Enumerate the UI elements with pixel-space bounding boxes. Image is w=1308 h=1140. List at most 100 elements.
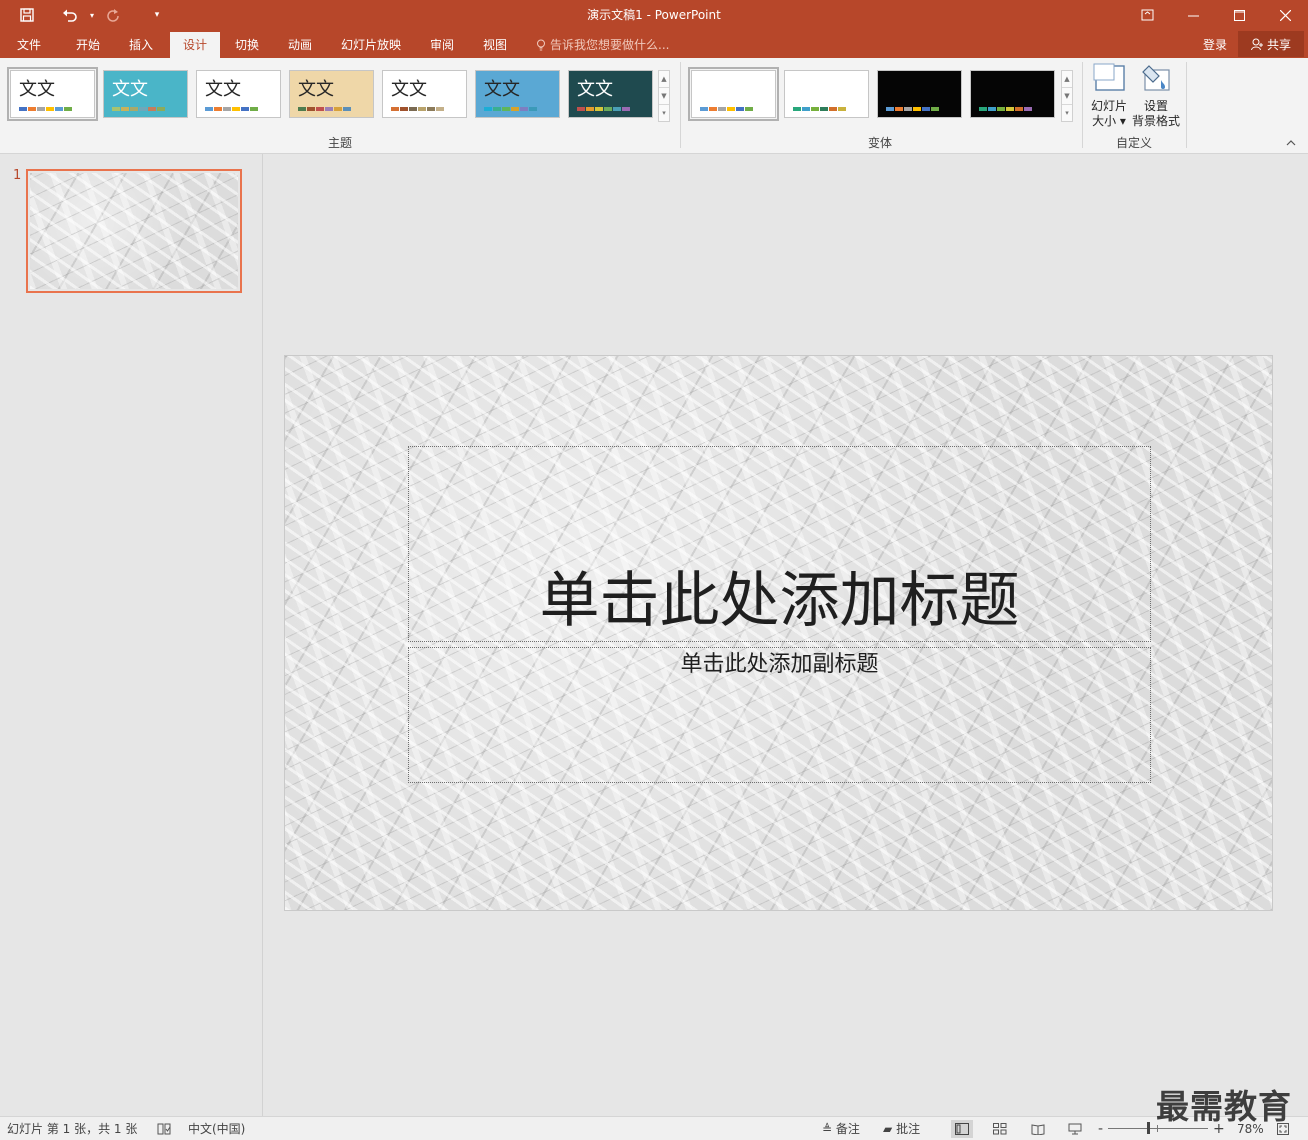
tab-slideshow[interactable]: 幻灯片放映 [334, 32, 408, 58]
scroll-down-icon[interactable]: ▼ [1062, 88, 1072, 105]
variant-thumbnail[interactable] [784, 70, 869, 118]
format-background-button[interactable]: 设置 背景格式 [1131, 62, 1181, 129]
theme-sample-text: 文文 [19, 79, 55, 100]
undo-button[interactable] [54, 0, 86, 30]
variant-color-swatches [979, 107, 1032, 111]
collapse-ribbon-icon[interactable] [1286, 138, 1296, 149]
scroll-down-icon[interactable]: ▼ [659, 88, 669, 105]
tab-file[interactable]: 文件 [6, 32, 52, 58]
color-swatch [112, 107, 120, 111]
color-swatch [595, 107, 603, 111]
color-swatch [28, 107, 36, 111]
format-bg-label-line2: 背景格式 [1131, 114, 1180, 128]
tell-me-box[interactable]: 告诉我您想要做什么... [536, 32, 669, 58]
theme-sample-text: 文文 [577, 79, 613, 100]
slides-pane: 1 [0, 154, 263, 1116]
color-swatch [745, 107, 753, 111]
theme-thumbnail[interactable]: 文文 [568, 70, 653, 118]
theme-thumbnail[interactable]: 文文 [289, 70, 374, 118]
theme-thumbnail[interactable]: 文文 [196, 70, 281, 118]
ribbon-display-options-button[interactable] [1124, 0, 1170, 30]
variant-color-swatches [793, 107, 846, 111]
close-button[interactable] [1262, 0, 1308, 30]
scroll-up-icon[interactable]: ▲ [1062, 71, 1072, 88]
subtitle-placeholder[interactable]: 单击此处添加副标题 [408, 647, 1151, 783]
group-separator [1082, 62, 1083, 148]
zoom-slider-track[interactable] [1108, 1128, 1208, 1129]
variant-thumbnail[interactable] [877, 70, 962, 118]
color-swatch [913, 107, 921, 111]
share-button[interactable]: 共享 [1238, 31, 1304, 57]
slide-sorter-icon [993, 1123, 1007, 1135]
color-swatch [334, 107, 342, 111]
color-swatch [130, 107, 138, 111]
title-bar: ▾ ▾ 演示文稿1 - PowerPoint [0, 0, 1308, 30]
tab-view[interactable]: 视图 [471, 32, 519, 58]
tab-animations[interactable]: 动画 [276, 32, 324, 58]
color-swatch [55, 107, 63, 111]
slide-size-button[interactable]: 幻灯片 大小 ▾ [1088, 62, 1130, 129]
variant-thumbnail[interactable] [970, 70, 1055, 118]
tab-review[interactable]: 审阅 [418, 32, 466, 58]
color-swatch [241, 107, 249, 111]
tab-transitions[interactable]: 切换 [223, 32, 271, 58]
color-swatch [988, 107, 996, 111]
slideshow-button[interactable] [1064, 1120, 1086, 1138]
normal-view-icon [955, 1123, 969, 1135]
minimize-button[interactable] [1170, 0, 1216, 30]
color-swatch [886, 107, 894, 111]
color-swatch [205, 107, 213, 111]
zoom-out-button[interactable]: - [1098, 1117, 1103, 1140]
close-icon [1279, 9, 1291, 21]
color-swatch [709, 107, 717, 111]
login-link[interactable]: 登录 [1203, 32, 1227, 58]
color-swatch [64, 107, 72, 111]
color-swatch [613, 107, 621, 111]
theme-thumbnail[interactable]: 文文 [7, 67, 98, 121]
undo-dropdown[interactable]: ▾ [86, 0, 98, 30]
normal-view-button[interactable] [951, 1120, 973, 1138]
tab-design[interactable]: 设计 [170, 32, 220, 58]
gallery-more-icon[interactable]: ▾ [659, 105, 669, 121]
slide-canvas[interactable]: 单击此处添加标题 单击此处添加副标题 [284, 355, 1273, 911]
notes-button[interactable]: ≜ 备注 [822, 1117, 860, 1140]
language-status[interactable]: 中文(中国) [188, 1117, 245, 1140]
variants-gallery-scroll: ▲ ▼ ▾ [1061, 70, 1073, 122]
maximize-button[interactable] [1216, 0, 1262, 30]
color-swatch [418, 107, 426, 111]
reading-view-button[interactable] [1027, 1120, 1049, 1138]
redo-icon [107, 9, 119, 22]
color-swatch [316, 107, 324, 111]
scroll-up-icon[interactable]: ▲ [659, 71, 669, 88]
theme-thumbnail[interactable]: 文文 [382, 70, 467, 118]
variant-thumbnail[interactable] [688, 67, 779, 121]
title-placeholder[interactable]: 单击此处添加标题 [408, 446, 1151, 642]
theme-color-swatches [484, 107, 537, 111]
save-button[interactable] [0, 0, 54, 30]
comments-button[interactable]: ▰ 批注 [883, 1117, 920, 1140]
color-swatch [922, 107, 930, 111]
color-swatch [736, 107, 744, 111]
slide-thumbnail[interactable] [26, 169, 242, 293]
color-swatch [214, 107, 222, 111]
reading-view-icon [1031, 1124, 1045, 1135]
subtitle-placeholder-text: 单击此处添加副标题 [680, 652, 879, 677]
customize-qat-icon: ▾ [154, 10, 160, 20]
redo-button[interactable] [98, 0, 128, 30]
theme-thumbnail[interactable]: 文文 [475, 70, 560, 118]
zoom-slider-thumb[interactable] [1147, 1122, 1150, 1134]
tab-home[interactable]: 开始 [64, 32, 112, 58]
gallery-more-icon[interactable]: ▾ [1062, 105, 1072, 121]
color-swatch [1024, 107, 1032, 111]
spelling-check-icon[interactable] [153, 1120, 175, 1138]
theme-thumbnail[interactable]: 文文 [103, 70, 188, 118]
color-swatch [484, 107, 492, 111]
color-swatch [232, 107, 240, 111]
customize-qat-button[interactable]: ▾ [128, 0, 186, 30]
tab-insert[interactable]: 插入 [117, 32, 165, 58]
watermark: 最需教育 [1156, 1087, 1292, 1126]
slide-sorter-button[interactable] [989, 1120, 1011, 1138]
window-controls [1124, 0, 1308, 30]
color-swatch [586, 107, 594, 111]
color-swatch [493, 107, 501, 111]
